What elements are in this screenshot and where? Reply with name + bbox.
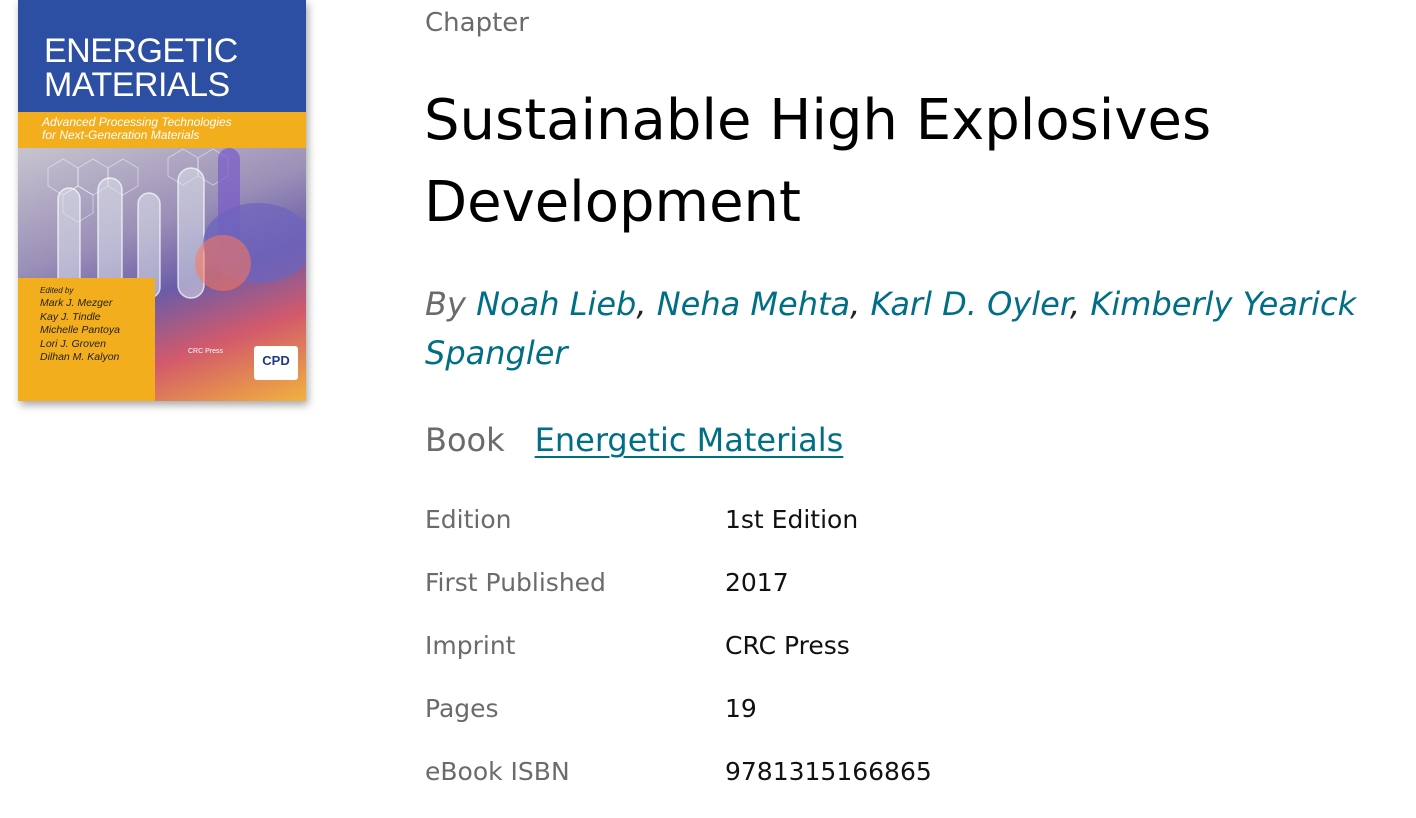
author-separator: , [1070, 285, 1081, 323]
metadata-value: 1st Edition [725, 505, 859, 534]
author-link[interactable]: Noah Lieb [476, 285, 636, 323]
metadata-key: Edition [425, 505, 512, 534]
metadata-row-imprint: Imprint CRC Press [425, 616, 932, 679]
cover-editor: Mark J. Mezger [40, 297, 113, 310]
metadata-key: Imprint [425, 631, 516, 660]
cover-title: ENERGETIC MATERIALS [44, 32, 238, 104]
chapter-metadata-table: Edition 1st Edition First Published 2017… [425, 490, 932, 805]
book-cover-image[interactable]: ENERGETIC MATERIALS Advanced Processing … [18, 0, 306, 401]
cover-editor: Dilhan M. Kalyon [40, 351, 120, 364]
metadata-value: 2017 [725, 568, 789, 597]
author-link[interactable]: Neha Mehta [657, 285, 850, 323]
crc-press-logo: CRC Press [188, 348, 224, 355]
book-line: Book Energetic Materials [425, 421, 843, 459]
cover-editor: Kay J. Tindle [40, 310, 101, 323]
book-title-link[interactable]: Energetic Materials [535, 421, 844, 459]
author-separator: , [850, 285, 861, 323]
metadata-row-first-published: First Published 2017 [425, 553, 932, 616]
metadata-row-pages: Pages 19 [425, 679, 932, 742]
cover-subtitle: Advanced Processing Technologies for Nex… [42, 115, 232, 142]
chapter-title: Sustainable High Explosives Development [424, 88, 1212, 235]
cover-editors-label: Edited by [40, 286, 74, 295]
author-list: By Noah Lieb, Neha Mehta, Karl D. Oyler,… [425, 280, 1400, 378]
cover-editors-list: Edited by Mark J. Mezger Kay J. Tindle M… [40, 284, 120, 364]
metadata-key: eBook ISBN [425, 757, 570, 786]
metadata-value: 9781315166865 [725, 757, 932, 786]
metadata-row-edition: Edition 1st Edition [425, 490, 932, 553]
metadata-key: Pages [425, 694, 499, 723]
author-separator: , [636, 285, 647, 323]
metadata-row-ebook-isbn: eBook ISBN 9781315166865 [425, 742, 932, 805]
book-label: Book [425, 421, 505, 459]
metadata-value: CRC Press [725, 631, 850, 660]
cover-editor: Lori J. Groven [40, 337, 106, 350]
content-type-label: Chapter [425, 8, 529, 38]
metadata-value: 19 [725, 694, 757, 723]
cover-editor: Michelle Pantoya [40, 324, 120, 337]
cpd-certified-badge: CPD [254, 346, 298, 380]
author-link[interactable]: Karl D. Oyler [870, 285, 1070, 323]
by-label: By [425, 285, 466, 323]
metadata-key: First Published [425, 568, 606, 597]
